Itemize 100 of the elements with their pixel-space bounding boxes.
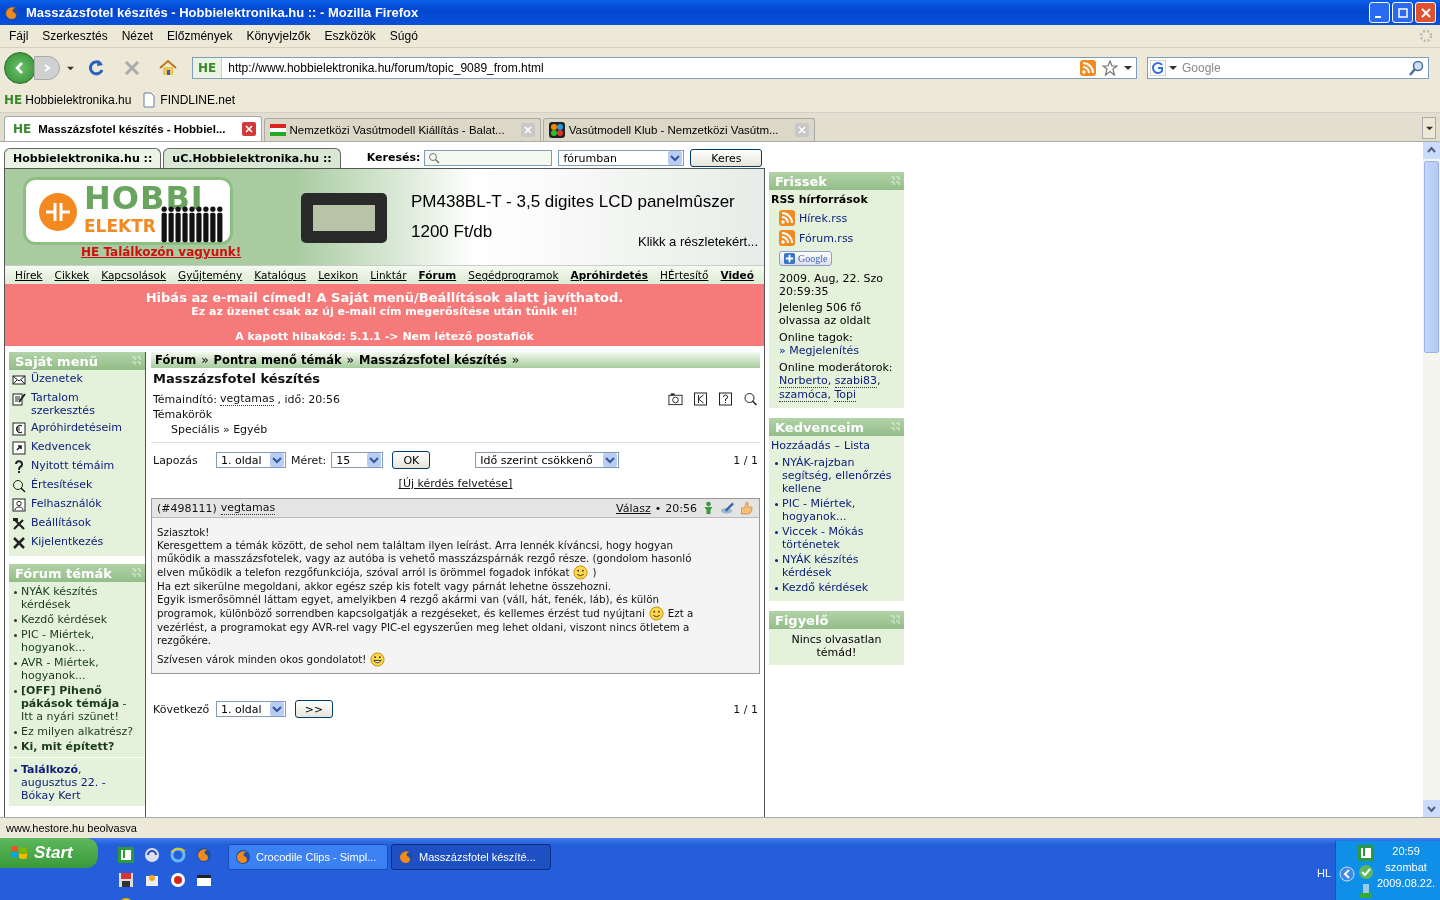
topic-link[interactable]: NYÁK készítés kérdések [21,585,141,611]
tab-list-button[interactable] [1422,117,1436,139]
add-to-google-button[interactable]: Google [779,251,833,266]
list-link[interactable]: Lista [844,439,870,452]
letter-k-icon[interactable] [693,392,708,406]
scrollbar[interactable] [1423,142,1440,817]
breadcrumb-link[interactable]: Fórum [155,353,197,367]
menu-item[interactable]: Szerkesztés [35,27,115,45]
scrollbar-thumb[interactable] [1424,161,1439,353]
user-link[interactable]: vegtamas [219,392,275,406]
minimize-button[interactable] [1369,2,1390,23]
site-tab[interactable]: Hobbielektronika.hu :: [4,148,162,168]
ok-button[interactable]: OK [392,451,431,469]
nav-link[interactable]: Gyűjtemény [178,269,243,281]
menu-link[interactable]: Nyitott témáim [9,457,145,476]
thumb-icon[interactable] [739,501,754,515]
menu-link[interactable]: Kedvencek [9,438,145,457]
browser-tab[interactable]: HE Masszázsfotel készítés - Hobbiel... [4,116,262,141]
app-icon[interactable] [118,847,134,863]
scroll-down-icon[interactable] [1423,800,1440,817]
breadcrumb-link[interactable]: Masszázsfotel készítés [359,353,507,367]
reply-link[interactable]: Válasz [616,501,651,515]
nav-link[interactable]: Lexikon [318,269,359,281]
page-select[interactable]: 1. oldal [216,452,286,468]
menu-item[interactable]: Fájl [2,27,36,45]
menu-link[interactable]: Kijelentkezés [9,533,145,552]
moderator-link[interactable]: szabi83 [834,374,878,388]
nav-link[interactable]: Fórum [418,269,457,281]
bookmark-link[interactable]: FINDLINE.net [141,92,236,108]
back-button[interactable] [4,52,36,84]
search-button[interactable]: Keres [690,149,763,167]
app-icon[interactable] [144,847,160,863]
close-button[interactable] [1415,2,1436,23]
menu-link[interactable]: Beállítások [9,514,145,533]
size-select[interactable]: 15 [331,452,384,468]
topic-link[interactable]: Kezdő kérdések [21,613,108,626]
topic-link[interactable]: [OFF] Pihenő pákások témája - Itt a nyári szünet! [21,684,141,723]
menu-link[interactable]: Üzenetek [9,370,145,389]
menu-link[interactable]: Apróhirdetéseim [9,419,145,438]
sort-select[interactable]: Idő szerint csökkenő [475,452,620,468]
search-field[interactable]: Google [1147,57,1429,79]
topic-link[interactable]: Ki, mit épített? [21,740,115,753]
close-tab-icon[interactable] [241,122,256,136]
app-icon[interactable] [170,872,186,888]
shield-icon[interactable] [1358,864,1374,880]
menu-item[interactable]: Előzmények [160,27,240,45]
moderator-link[interactable]: Norberto [779,374,828,388]
details-link[interactable]: Klikk a részletekért... [638,234,758,249]
bookmark-link[interactable]: HE Hobbielektronika.hu [4,93,132,107]
nav-link[interactable]: Cikkek [54,269,90,281]
app-icon[interactable] [144,872,160,888]
pencil-icon[interactable] [720,501,735,515]
site-tab[interactable]: uC.Hobbielektronika.hu :: [163,148,341,168]
taskbar-button[interactable]: Crocodile Clips - Simpl... [228,844,388,870]
breadcrumb-link[interactable]: Pontra menő témák [213,353,342,367]
ad-title[interactable]: PM438BL-T - 3,5 digites LCD panelmûszer [411,192,735,212]
topic-link[interactable]: AVR - Miértek, hogyanok... [21,656,141,682]
show-link[interactable]: » Megjelenítés [769,344,869,357]
favorite-link[interactable]: NYÁK készítés kérdések [782,553,900,579]
nav-link[interactable]: Hírek [15,269,43,281]
menu-link[interactable]: Felhasználók [9,495,145,514]
feed-link[interactable]: Fórum.rss [769,228,904,248]
browser-tab[interactable]: Vasútmodell Klub - Nemzetközi Vasútm... [542,118,815,141]
nav-link[interactable]: Segédprogramok [468,269,559,281]
next-button[interactable]: >> [295,700,333,718]
nav-link[interactable]: Linktár [370,269,407,281]
site-search-field[interactable] [424,150,553,166]
nav-link[interactable]: Apróhirdetés [570,269,648,281]
menu-item[interactable]: Nézet [114,27,161,45]
window-icon[interactable] [196,872,212,888]
expand-tray-icon[interactable] [1339,866,1355,882]
scroll-up-icon[interactable] [1423,142,1440,159]
camera-icon[interactable] [668,392,683,406]
moderator-link[interactable]: Topi [834,388,857,402]
nav-link[interactable]: Kapcsolások [101,269,166,281]
favorite-link[interactable]: NYÁK-rajzban segítség, ellenőrzés kellene [782,456,900,495]
topic-link[interactable]: Ez milyen alkatrész? [21,725,134,738]
favorite-link[interactable]: PIC - Miértek, hogyanok... [782,497,900,523]
search-icon[interactable] [743,392,758,406]
help-icon[interactable] [718,392,733,406]
scope-select[interactable]: fórumban [558,150,685,166]
browser-icon[interactable] [170,847,186,863]
menu-link[interactable]: Tartalom szerkesztés [9,389,145,419]
topic-link[interactable]: PIC - Miértek, hogyanok... [21,628,141,654]
browser-tab[interactable]: Nemzetközi Vasútmodell Kiállítás - Balat... [263,118,541,141]
firefox-icon[interactable] [196,847,212,863]
menu-item[interactable]: Eszközök [317,27,383,45]
menu-item[interactable]: Súgó [382,27,425,45]
address-field[interactable]: HE http://www.hobbielektronika.hu/forum/topic_9089_from.html [192,57,1137,79]
menu-link[interactable]: Értesítések [9,476,145,495]
network-icon[interactable] [1358,883,1374,899]
nav-link[interactable]: Videó [720,269,754,281]
menu-item[interactable]: Könyvjelzők [239,27,318,45]
add-link[interactable]: Hozzáadás [771,439,831,452]
favorite-link[interactable]: Viccek - Mókás történetek [782,525,900,551]
event-link[interactable]: Találkozó, augusztus 22. - Bókay Kert [21,763,141,802]
language-indicator[interactable]: HL [1316,867,1331,879]
nav-link[interactable]: Katalógus [254,269,307,281]
feed-link[interactable]: Hírek.rss [769,208,904,228]
taskbar-button[interactable]: Masszázsfotel készíté... [391,844,551,870]
